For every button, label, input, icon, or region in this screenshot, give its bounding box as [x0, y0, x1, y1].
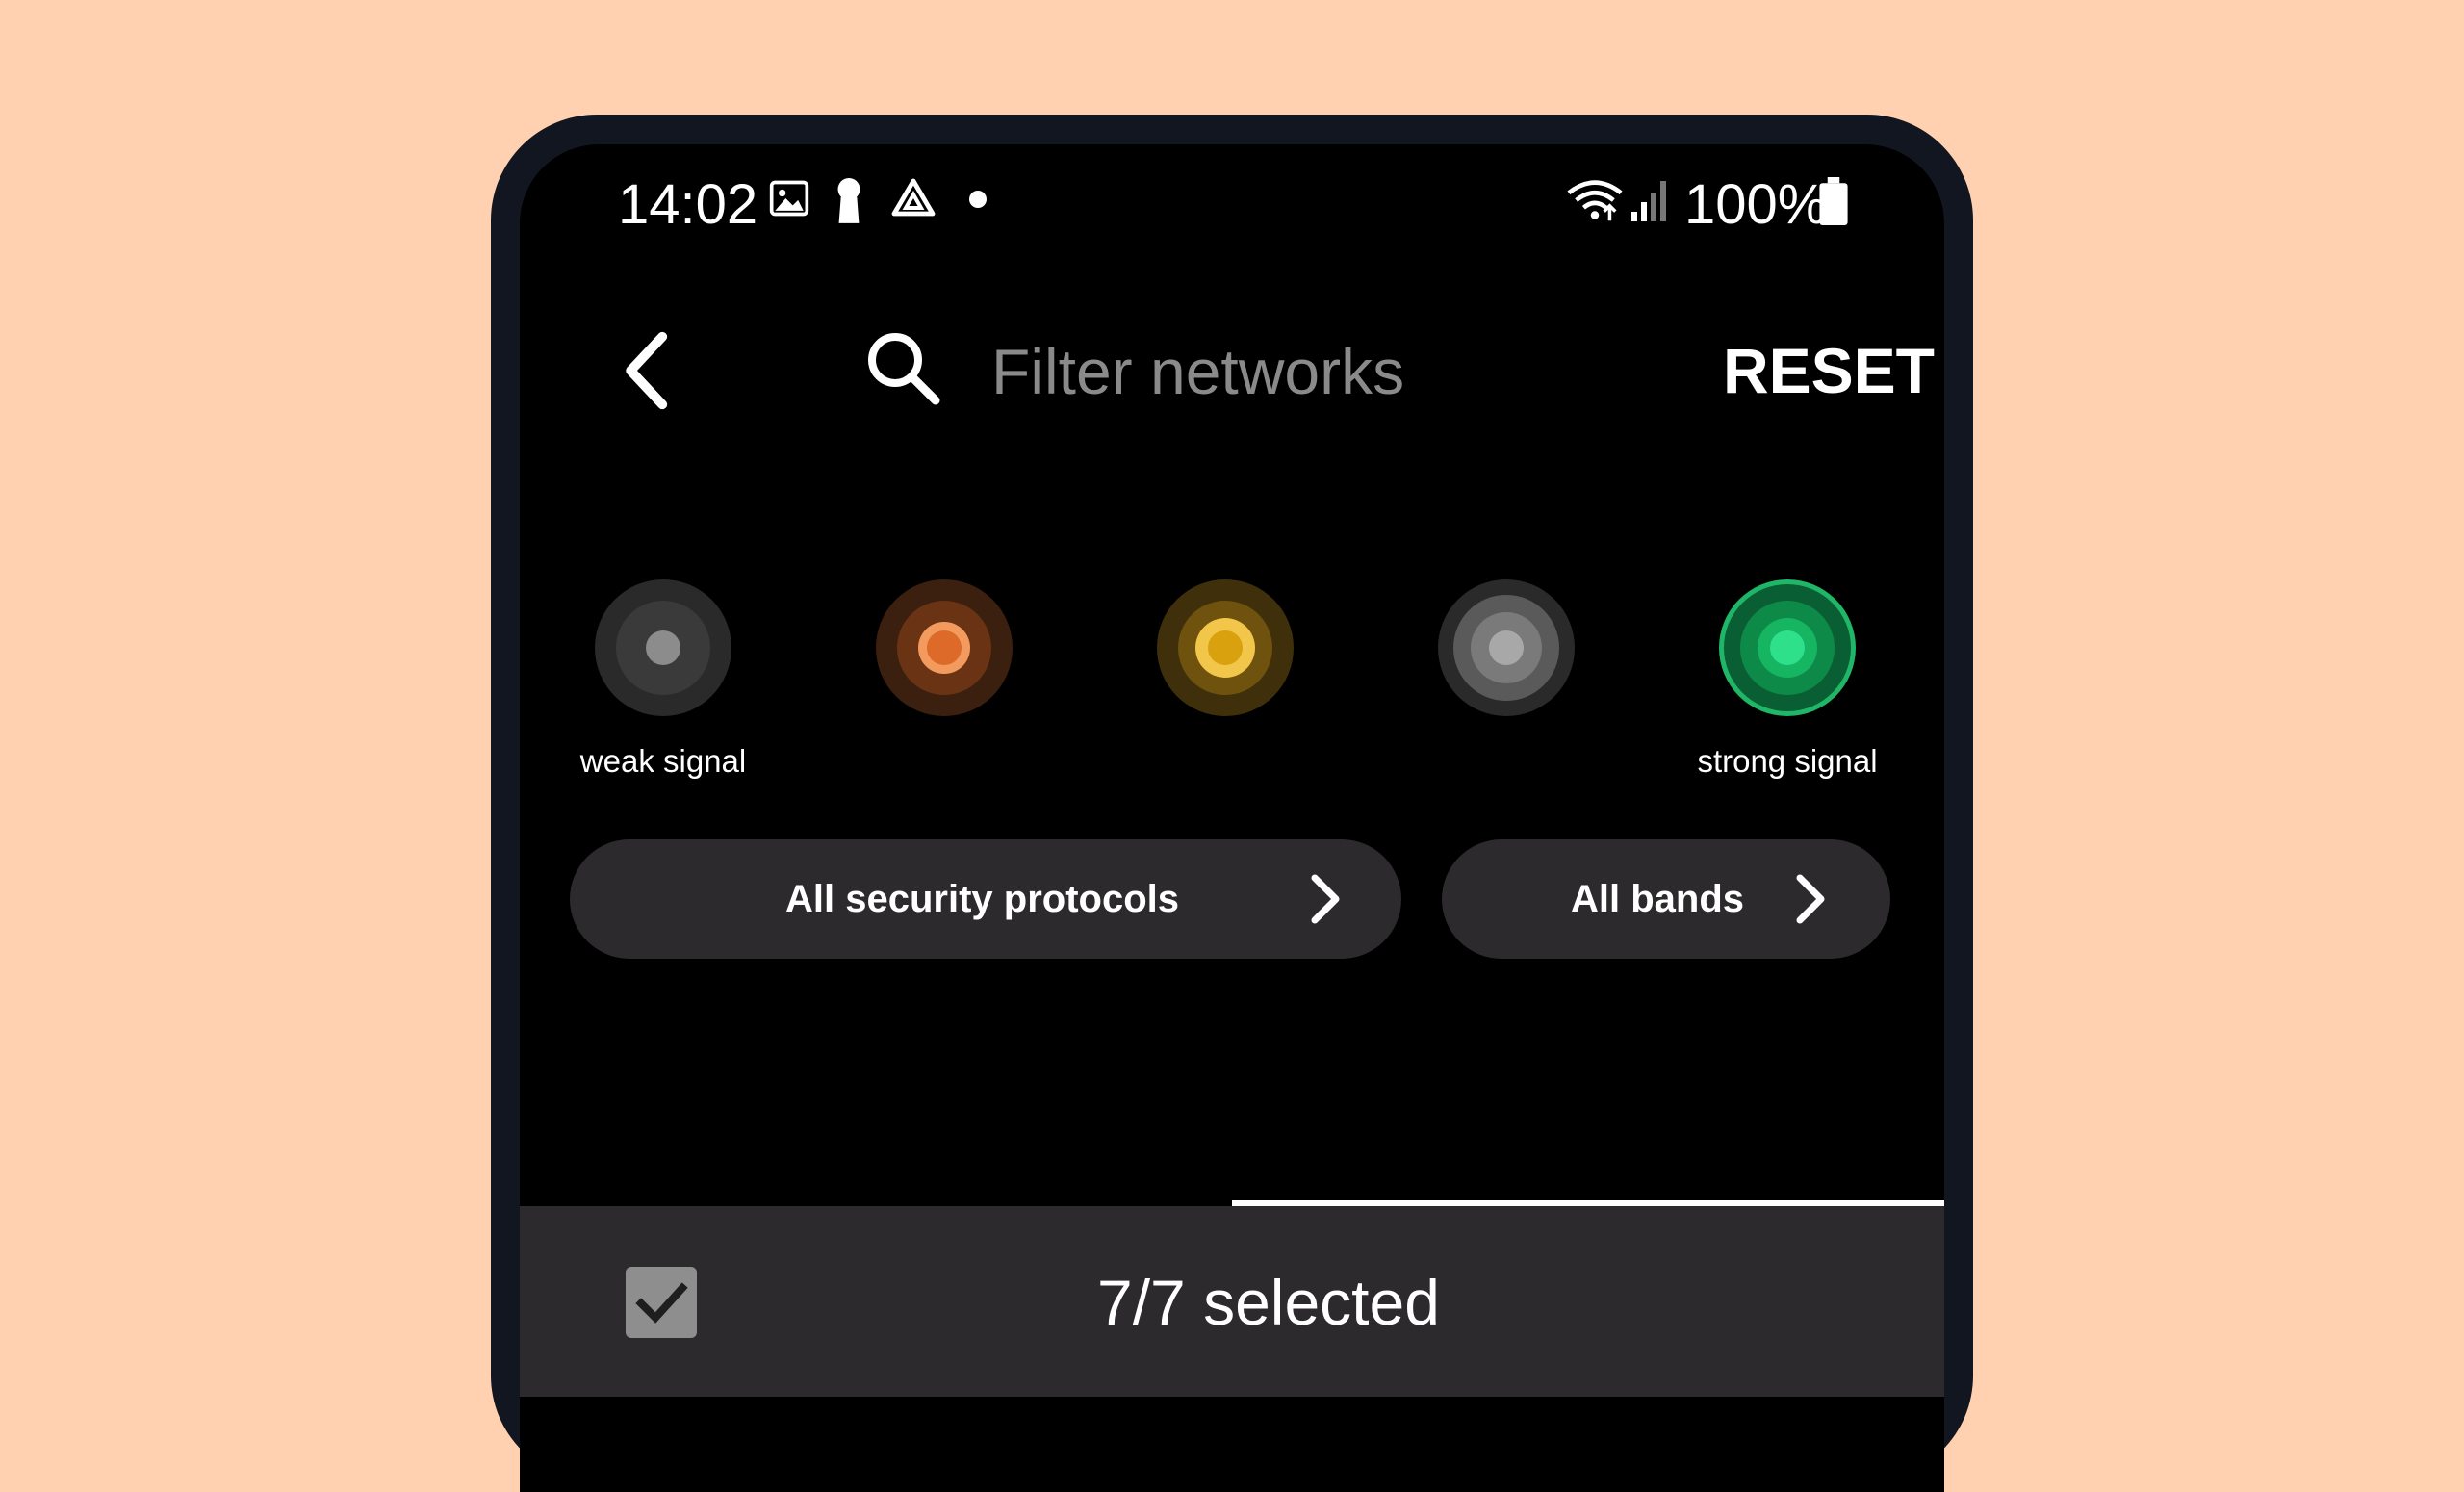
chevron-left-icon — [626, 331, 668, 410]
dot-icon — [969, 191, 987, 208]
signal-strong-button[interactable] — [1719, 579, 1856, 716]
security-protocols-label: All security protocols — [785, 878, 1179, 920]
status-time: 14:02 — [618, 173, 758, 236]
bands-filter[interactable]: All bands — [1442, 839, 1890, 959]
bands-label: All bands — [1571, 878, 1745, 920]
keyhole-icon — [837, 178, 860, 223]
chevron-right-icon — [1311, 874, 1340, 924]
security-protocols-filter[interactable]: All security protocols — [570, 839, 1401, 959]
signal-fair-button[interactable] — [876, 579, 1013, 716]
selection-bar: 7/7 selected — [520, 1206, 1944, 1397]
search-input[interactable] — [989, 327, 1590, 416]
reset-button[interactable]: RESET — [1704, 327, 1935, 414]
app-screen: 14:02 100% RESET — [520, 144, 1944, 1492]
signal-good-button[interactable] — [1157, 579, 1294, 716]
cell-signal-icon — [1631, 181, 1666, 221]
weak-signal-label: weak signal — [579, 743, 747, 779]
image-icon — [769, 180, 809, 217]
wifi-icon — [1567, 180, 1623, 221]
drive-icon — [891, 178, 936, 217]
select-all-checkbox[interactable] — [626, 1267, 697, 1338]
chevron-right-icon — [1796, 874, 1825, 924]
strong-signal-label: strong signal — [1697, 743, 1878, 779]
battery-icon — [1819, 177, 1848, 225]
battery-percent: 100% — [1684, 173, 1828, 236]
signal-weak-button[interactable] — [595, 579, 732, 716]
search-icon — [868, 333, 940, 405]
checkmark-icon — [635, 1282, 688, 1324]
signal-very-good-button[interactable] — [1438, 579, 1575, 716]
back-button[interactable] — [597, 318, 703, 424]
selection-count: 7/7 selected — [1097, 1267, 1440, 1338]
